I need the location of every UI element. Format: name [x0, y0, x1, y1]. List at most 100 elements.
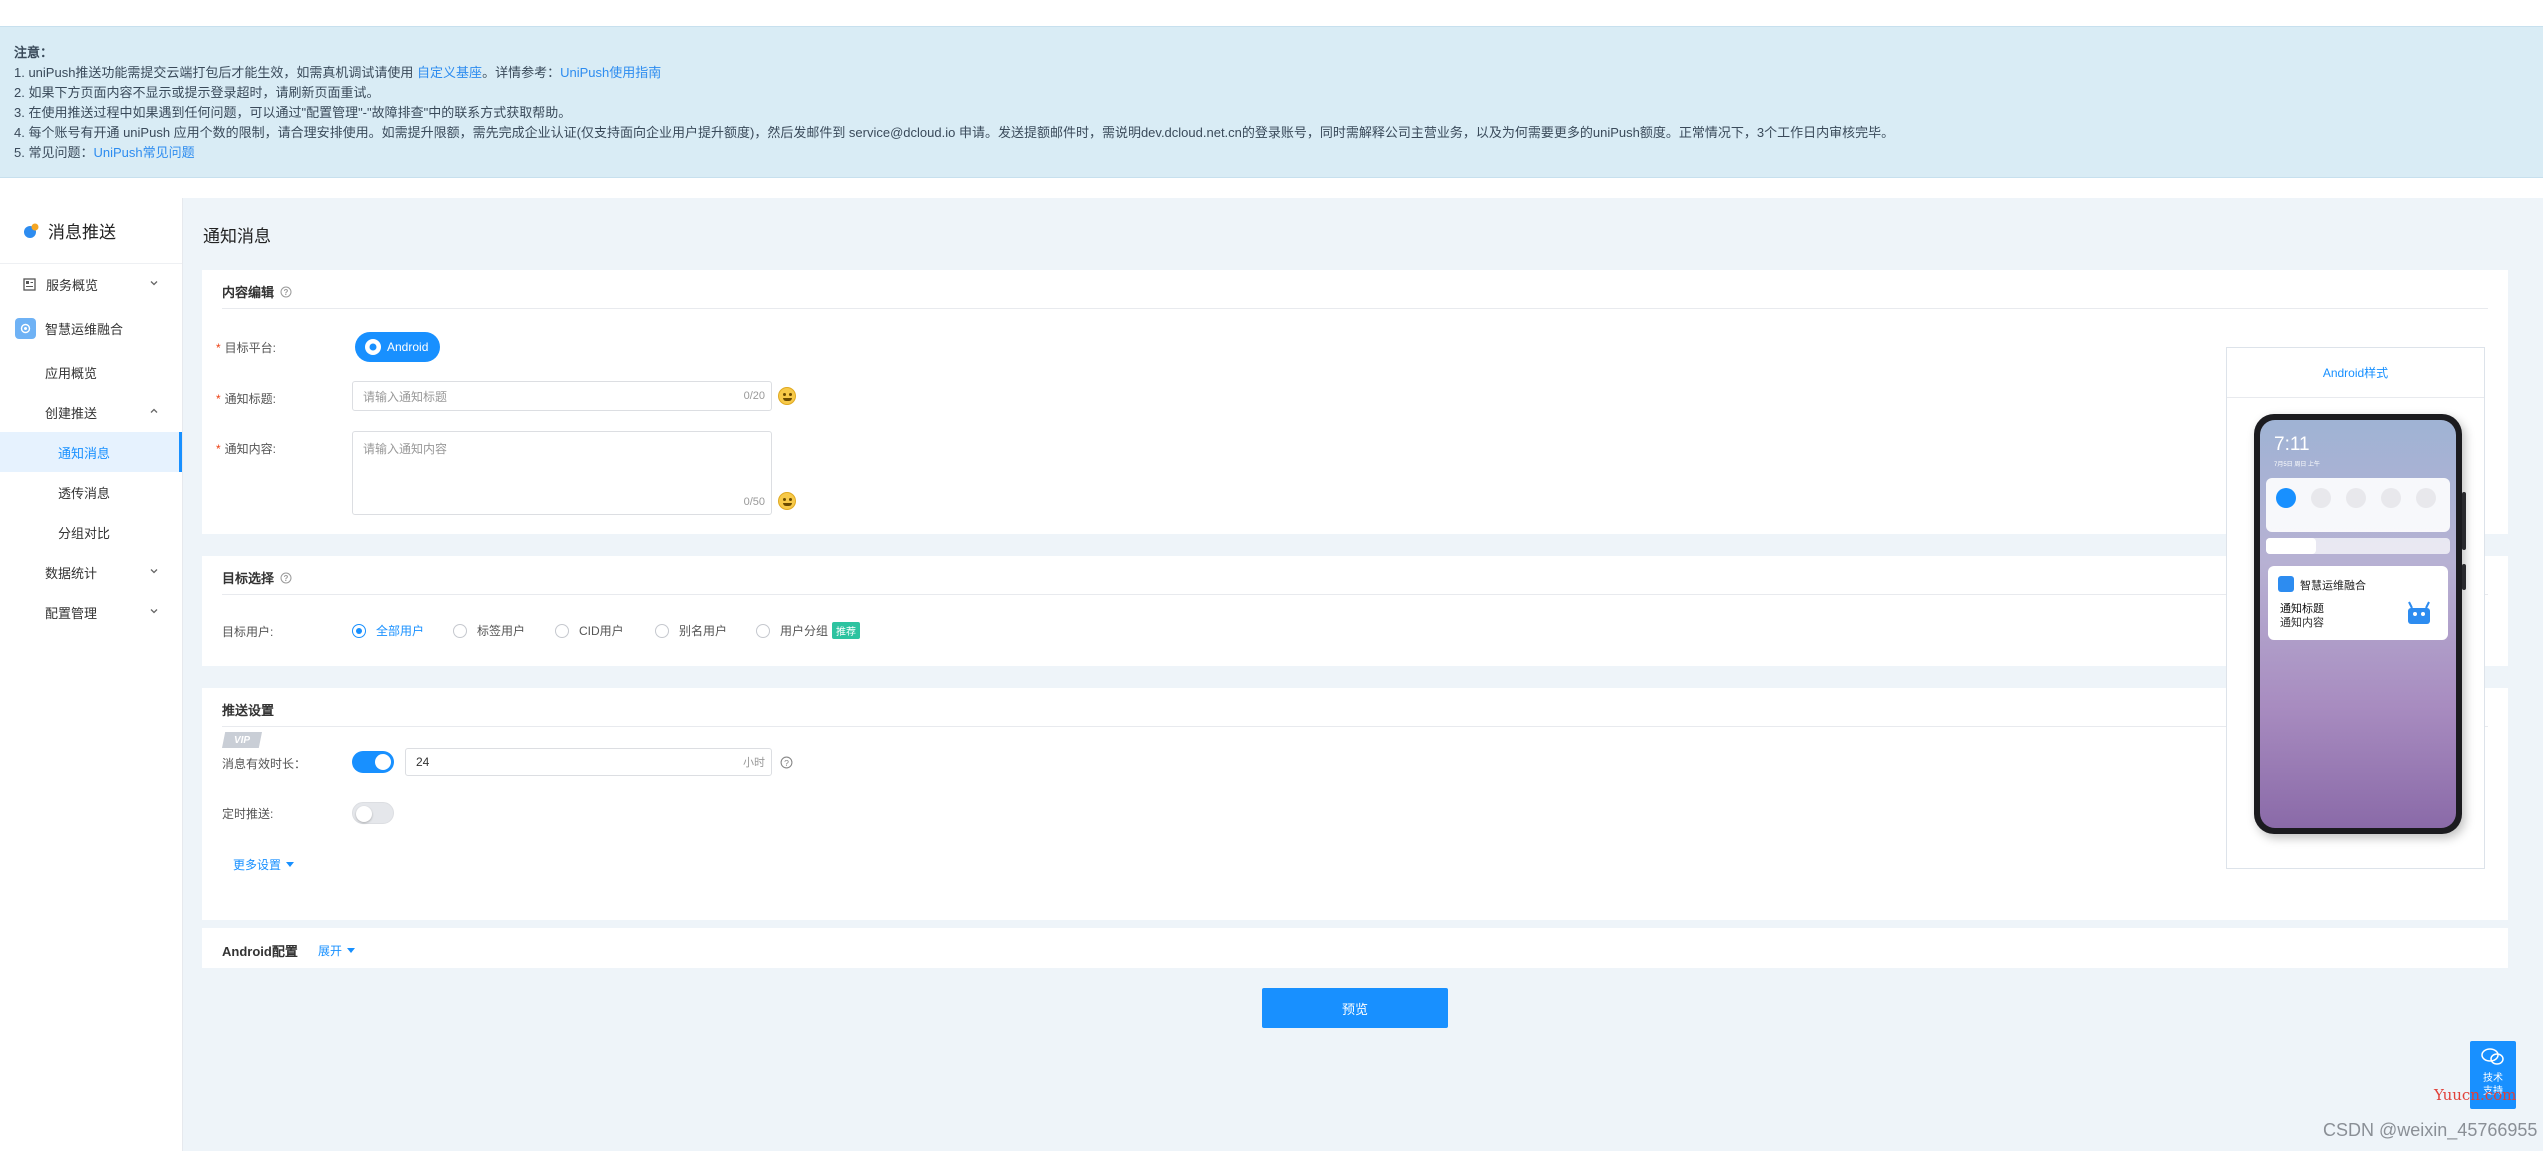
sidebar-item-label: 应用概览 [45, 365, 98, 381]
notice-line-4: 4. 每个账号有开通 uniPush 应用个数的限制，请合理安排使用。如需提升限… [14, 125, 1895, 140]
sidebar-item-label: 分组对比 [58, 525, 111, 541]
notice-title: 注意： [14, 45, 54, 60]
flashlight-icon [2416, 488, 2436, 508]
notif-content-textarea[interactable]: 请输入通知内容 0/50 [352, 431, 772, 515]
ttl-toggle[interactable] [352, 751, 394, 773]
sidebar-item-create-push[interactable]: 创建推送 [0, 392, 182, 432]
radio-all-users[interactable]: 全部用户 [352, 622, 424, 639]
emoji-icon[interactable] [778, 387, 796, 405]
radio-cid-users[interactable]: CID用户 [555, 622, 624, 639]
sidebar-header: 消息推送 [0, 198, 182, 264]
sidebar-item-ab-test[interactable]: 分组对比 [0, 512, 182, 552]
radio-circle [756, 623, 770, 638]
app-icon [2278, 576, 2294, 592]
help-icon[interactable]: ? [280, 572, 292, 584]
dashboard-icon [22, 277, 37, 292]
notice-line-1-mid: 。详情参考： [482, 65, 561, 80]
page-title: 通知消息 [203, 227, 271, 246]
chevron-down-icon [150, 569, 158, 574]
android-config-title: Android配置 [222, 944, 298, 959]
radio-label: 用户分组 [780, 624, 829, 638]
chat-icon [2481, 1048, 2504, 1065]
radio-label: 全部用户 [376, 624, 425, 638]
radio-circle [453, 623, 467, 638]
preview-button[interactable]: 预览 [1262, 988, 1448, 1028]
chevron-down-icon [150, 609, 158, 614]
notif-title-input[interactable]: 请输入通知标题 0/20 [352, 381, 772, 411]
vip-badge: VIP [222, 732, 262, 748]
location-icon [2346, 488, 2366, 508]
card-title-text: 目标选择 [222, 571, 275, 586]
android-preview-panel: Android样式 7:11 7月5日 周日 上午 智慧运维融合 通知标题 通知… [2226, 347, 2485, 869]
notification-content: 通知内容 [2280, 617, 2324, 629]
caret-down-icon [347, 948, 356, 953]
emoji-icon[interactable] [778, 492, 796, 510]
schedule-toggle[interactable] [352, 802, 394, 824]
chevron-up-icon [150, 408, 158, 413]
android-platform-button[interactable]: Android [355, 332, 440, 362]
notif-content-label-text: 通知内容: [224, 442, 277, 456]
app-icon [15, 317, 36, 339]
phone-side-button [2462, 564, 2466, 590]
sidebar: 消息推送 服务概览 智慧运维融合 应用概览 创建推送 通知消息 透传消息 分组对… [0, 198, 183, 1151]
target-select-title: 目标选择 ? [222, 568, 292, 587]
ttl-input[interactable]: 24 小时 [405, 748, 772, 776]
sidebar-item-app-overview[interactable]: 应用概览 [0, 352, 182, 392]
notice-line-1: 1. uniPush推送功能需提交云端打包后才能生效，如需真机调试请使用 自定义… [14, 63, 2529, 83]
notif-content-placeholder: 请输入通知内容 [363, 442, 448, 456]
quick-settings [2266, 478, 2450, 532]
bluetooth-icon [2276, 488, 2296, 508]
target-user-label: 目标用户: [222, 625, 274, 639]
brightness-slider [2266, 538, 2450, 554]
android-robot-icon [2408, 601, 2430, 624]
notice-line-2: 2. 如果下方页面内容不显示或提示登录超时，请刷新页面重试。 [14, 85, 380, 100]
sidebar-item-stats[interactable]: 数据统计 [0, 552, 182, 592]
brightness-fill [2266, 538, 2316, 554]
divider [222, 726, 2488, 727]
toggle-knob [356, 806, 372, 822]
radio-label: 标签用户 [477, 624, 526, 638]
radio-alias-users[interactable]: 别名用户 [655, 622, 727, 639]
radio-label: 别名用户 [679, 624, 728, 638]
radio-circle [555, 623, 569, 638]
target-select-card: 目标选择 ? 目标用户: 全部用户 标签用户 CID用户 别名用户 用户分组 推荐 [202, 556, 2508, 666]
sidebar-item-label: 透传消息 [58, 485, 111, 501]
svg-text:?: ? [284, 574, 289, 583]
notice-line-5: 5. 常见问题：UniPush常见问题 [14, 143, 2529, 163]
phone-frame: 7:11 7月5日 周日 上午 智慧运维融合 通知标题 通知内容 [2254, 414, 2466, 834]
notif-title-counter: 0/20 [743, 390, 765, 402]
caret-down-icon [286, 862, 295, 867]
expand-link[interactable]: 展开 [318, 942, 356, 959]
toggle-knob [375, 754, 391, 770]
notice-line-1-text: 1. uniPush推送功能需提交云端打包后才能生效，如需真机调试请使用 [14, 65, 418, 80]
push-logo-icon [24, 223, 39, 238]
watermark: Yuucn.com [2434, 1086, 2517, 1104]
unipush-faq-link[interactable]: UniPush常见问题 [93, 145, 194, 160]
more-settings-link[interactable]: 更多设置 [233, 856, 295, 873]
svg-text:?: ? [784, 758, 789, 768]
unipush-guide-link[interactable]: UniPush使用指南 [560, 65, 661, 80]
radio-tag-users[interactable]: 标签用户 [453, 622, 525, 639]
notif-title-placeholder: 请输入通知标题 [363, 389, 448, 404]
sidebar-item-app[interactable]: 智慧运维融合 [0, 304, 182, 352]
radio-user-group[interactable]: 用户分组 推荐 [756, 622, 861, 639]
sidebar-item-overview[interactable]: 服务概览 [0, 264, 182, 304]
notification-app-name: 智慧运维融合 [2300, 580, 2366, 592]
preview-tab-android[interactable]: Android样式 [2227, 348, 2484, 398]
custom-base-link[interactable]: 自定义基座 [417, 65, 482, 80]
svg-text:?: ? [284, 288, 289, 297]
push-settings-title: 推送设置 [222, 703, 275, 718]
sidebar-item-notification[interactable]: 通知消息 [0, 432, 182, 472]
sidebar-item-config[interactable]: 配置管理 [0, 592, 182, 632]
card-title-text: 内容编辑 [222, 285, 275, 300]
help-icon[interactable]: ? [280, 286, 292, 298]
sidebar-item-passthrough[interactable]: 透传消息 [0, 472, 182, 512]
ttl-label: 消息有效时长： [222, 757, 307, 771]
help-icon[interactable]: ? [780, 756, 793, 769]
divider [222, 308, 2488, 309]
push-settings-card: 推送设置 VIP 消息有效时长： 24 小时 ? 定时推送: 更多设置 [202, 688, 2508, 920]
sidebar-item-label: 数据统计 [45, 565, 98, 581]
sidebar-item-label: 服务概览 [46, 277, 99, 293]
notif-title-label: * 通知标题: [216, 392, 277, 406]
ttl-value: 24 [416, 755, 430, 769]
